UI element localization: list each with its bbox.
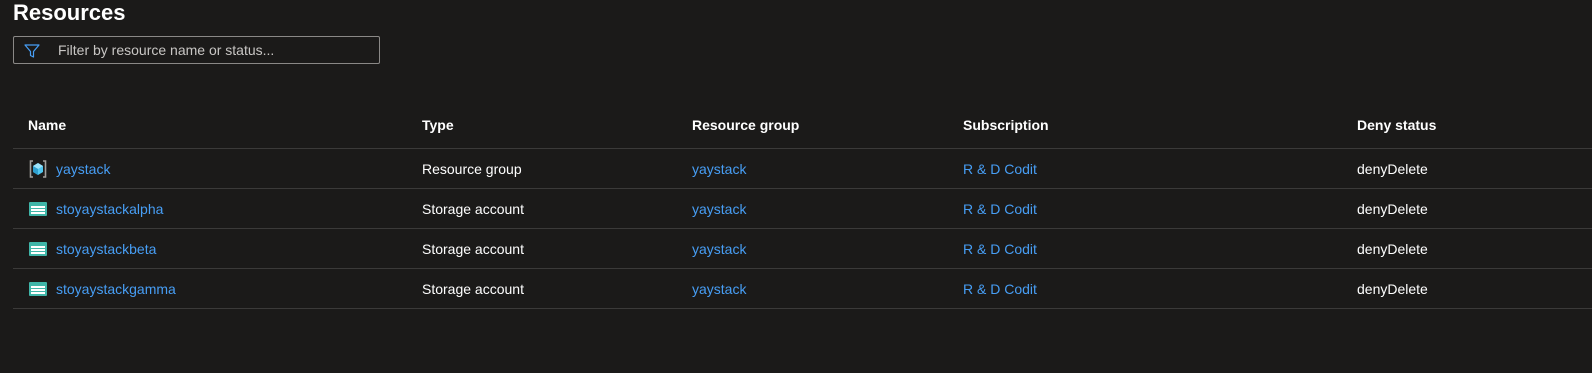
- name-cell: stoyaystackgamma: [28, 269, 176, 308]
- table-row: stoyaystackbeta Storage account yaystack…: [13, 229, 1592, 269]
- table-row: stoyaystackgamma Storage account yaystac…: [13, 269, 1592, 309]
- column-header-subscription[interactable]: Subscription: [963, 102, 1049, 148]
- table-row: stoyaystackalpha Storage account yaystac…: [13, 189, 1592, 229]
- subscription-link[interactable]: R & D Codit: [963, 189, 1037, 228]
- storage-account-icon: [29, 241, 47, 256]
- resource-name-link[interactable]: yaystack: [56, 161, 110, 177]
- table-header-row: Name Type Resource group Subscription De…: [13, 102, 1592, 149]
- filter-input[interactable]: [58, 37, 373, 63]
- type-cell: Resource group: [422, 160, 522, 177]
- type-cell: Storage account: [422, 240, 524, 257]
- resource-name-link[interactable]: stoyaystackbeta: [56, 241, 156, 257]
- table-row: yaystack Resource group yaystack R & D C…: [13, 149, 1592, 189]
- resource-group-link[interactable]: yaystack: [692, 189, 746, 228]
- deny-status-cell: denyDelete: [1357, 280, 1428, 297]
- type-cell: Storage account: [422, 200, 524, 217]
- name-cell: stoyaystackbeta: [28, 229, 156, 268]
- resource-group-link[interactable]: yaystack: [692, 269, 746, 308]
- subscription-link[interactable]: R & D Codit: [963, 269, 1037, 308]
- resource-group-icon: [29, 159, 47, 178]
- deny-status-cell: denyDelete: [1357, 160, 1428, 177]
- storage-account-icon: [29, 201, 47, 216]
- name-cell: yaystack: [28, 149, 110, 188]
- resource-group-link[interactable]: yaystack: [692, 229, 746, 268]
- name-cell: stoyaystackalpha: [28, 189, 163, 228]
- type-cell: Storage account: [422, 280, 524, 297]
- subscription-link[interactable]: R & D Codit: [963, 229, 1037, 268]
- column-header-resource-group[interactable]: Resource group: [692, 102, 799, 148]
- column-header-deny-status[interactable]: Deny status: [1357, 102, 1436, 148]
- resource-group-link[interactable]: yaystack: [692, 149, 746, 188]
- resource-name-link[interactable]: stoyaystackgamma: [56, 281, 176, 297]
- filter-icon: [24, 44, 40, 58]
- deny-status-cell: denyDelete: [1357, 200, 1428, 217]
- subscription-link[interactable]: R & D Codit: [963, 149, 1037, 188]
- page-title: Resources: [13, 0, 126, 25]
- column-header-type[interactable]: Type: [422, 102, 454, 148]
- resources-table: Name Type Resource group Subscription De…: [13, 102, 1592, 309]
- storage-account-icon: [29, 281, 47, 296]
- column-header-name[interactable]: Name: [28, 102, 66, 148]
- filter-box[interactable]: [13, 36, 380, 64]
- deny-status-cell: denyDelete: [1357, 240, 1428, 257]
- resource-name-link[interactable]: stoyaystackalpha: [56, 201, 163, 217]
